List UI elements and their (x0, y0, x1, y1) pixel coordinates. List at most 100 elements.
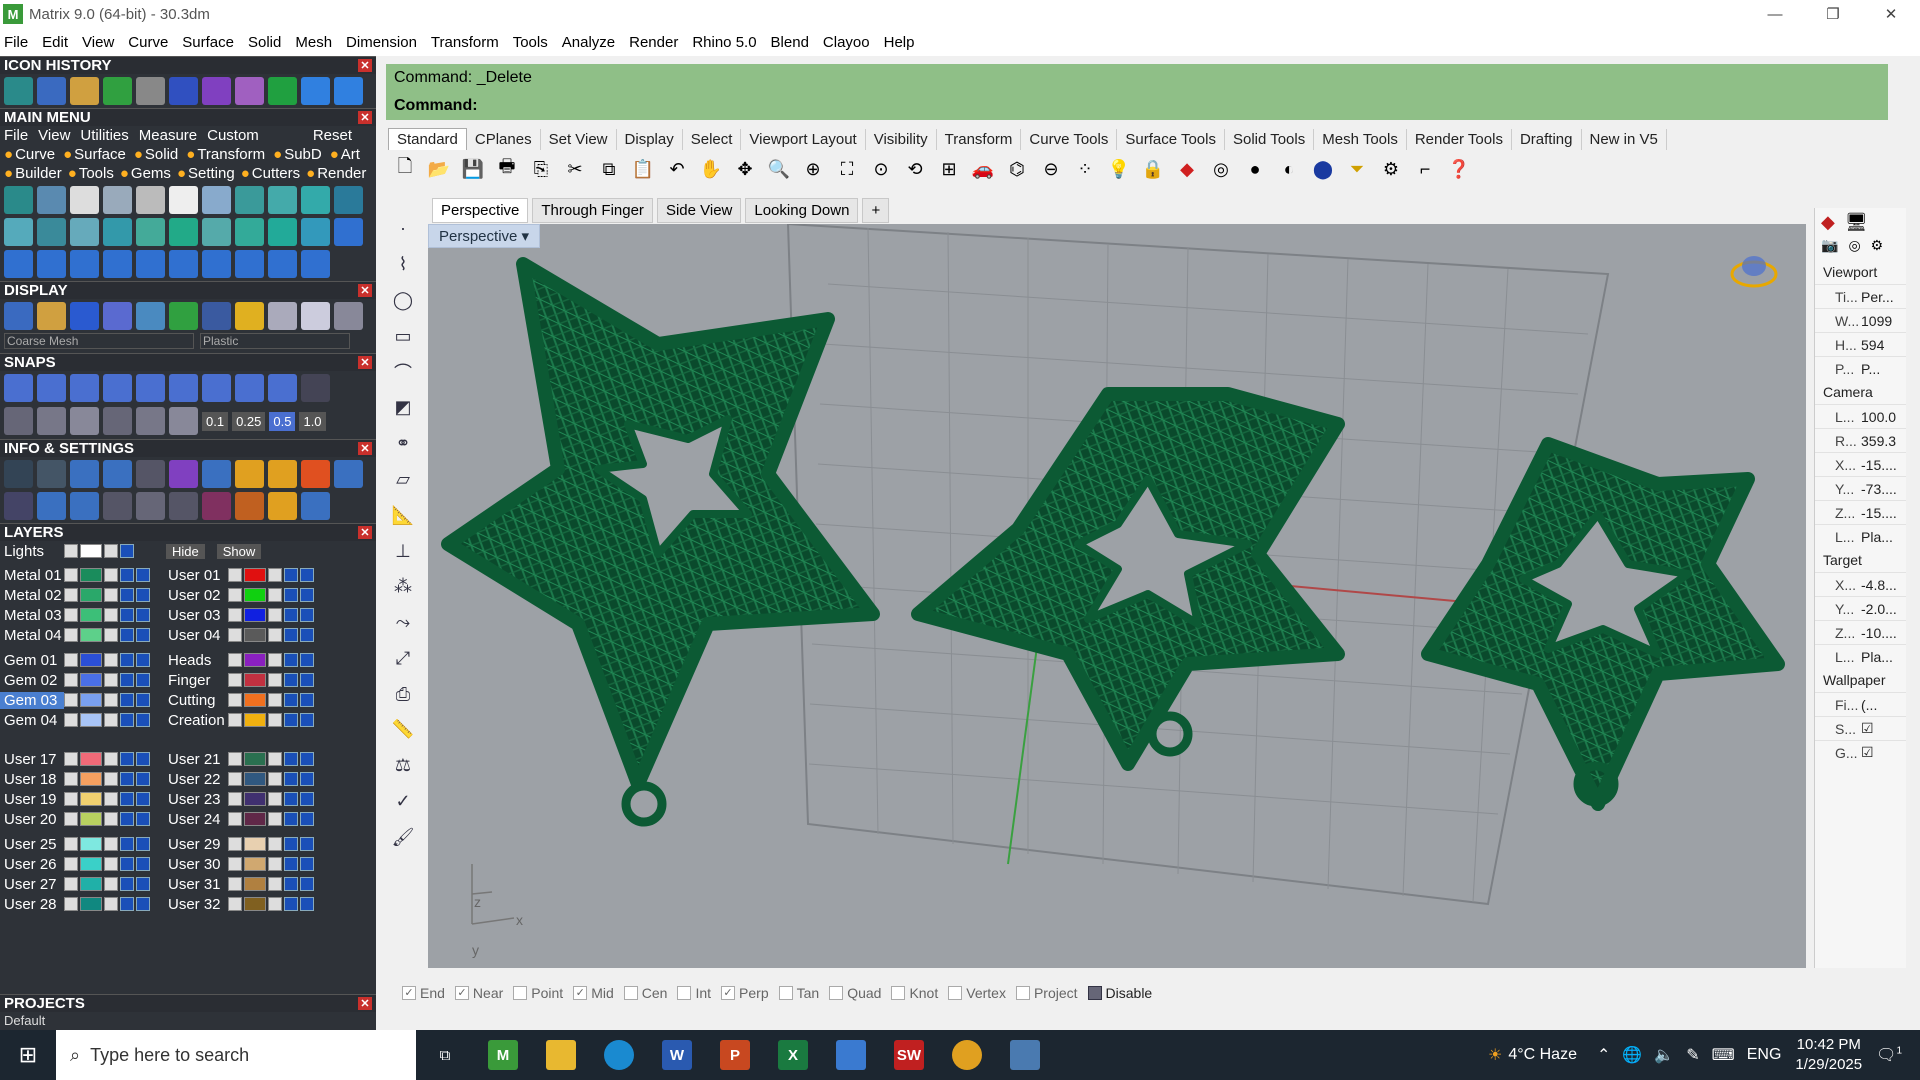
layer-arrow-icon[interactable] (64, 653, 78, 667)
visible-icon[interactable] (120, 772, 134, 786)
four-viewports-icon[interactable]: ⊞ (934, 154, 964, 184)
info-icon[interactable] (103, 460, 132, 488)
snap-icon[interactable] (202, 374, 231, 402)
layer-name[interactable]: Metal 04 (0, 627, 64, 644)
tool-icon[interactable] (202, 186, 231, 214)
property-value[interactable]: -73.... (1861, 481, 1897, 497)
layer-color-swatch[interactable] (244, 772, 266, 786)
taskbar-search[interactable]: ⌕ Type here to search (56, 1030, 416, 1080)
shaded-icon[interactable] (37, 302, 66, 330)
tool-icon[interactable] (235, 186, 264, 214)
layer-arrow-icon[interactable] (228, 812, 242, 826)
render-icon[interactable]: ⬤ (1308, 154, 1338, 184)
layer-arrow-icon[interactable] (228, 628, 242, 642)
visible-icon[interactable] (120, 673, 134, 687)
print-icon[interactable] (300, 608, 314, 622)
layer-color-swatch[interactable] (244, 877, 266, 891)
info-icon[interactable] (268, 460, 297, 488)
tool-icon[interactable] (202, 250, 231, 278)
history-tool-icon[interactable] (70, 77, 99, 105)
tab-render-tools[interactable]: Render Tools (1407, 129, 1512, 150)
mm-setting[interactable]: ● Setting (177, 165, 235, 182)
visible-icon[interactable] (120, 588, 134, 602)
menu-mesh[interactable]: Mesh (295, 34, 332, 51)
lock-icon[interactable] (104, 544, 118, 558)
layer-color-swatch[interactable] (80, 877, 102, 891)
layer-name[interactable]: User 18 (0, 771, 64, 788)
tool-icon[interactable] (37, 186, 66, 214)
info-icon[interactable] (334, 460, 363, 488)
visible-icon[interactable] (120, 568, 134, 582)
visible-icon[interactable] (284, 568, 298, 582)
visible-icon[interactable] (120, 628, 134, 642)
info-icon[interactable] (103, 492, 132, 520)
layer-name[interactable]: Gem 03 (0, 691, 64, 709)
chrome-icon[interactable] (938, 1030, 996, 1080)
lock-icon[interactable] (268, 897, 282, 911)
property-value[interactable]: -15.... (1861, 457, 1897, 473)
layer-name[interactable]: User 23 (164, 791, 228, 808)
matrix-app-icon[interactable]: M (474, 1030, 532, 1080)
layer-arrow-icon[interactable] (228, 837, 242, 851)
osnap-quad[interactable]: Quad (823, 985, 881, 1001)
mm-solid[interactable]: ● Solid (134, 146, 178, 163)
close-button[interactable]: ✕ (1862, 0, 1920, 28)
export-icon[interactable]: ⎙ (390, 681, 416, 707)
remote-desktop-icon[interactable] (822, 1030, 880, 1080)
layer-color-swatch[interactable] (80, 812, 102, 826)
tool-icon[interactable] (169, 186, 198, 214)
osnap-knot[interactable]: Knot (885, 985, 938, 1001)
tool-icon[interactable] (202, 218, 231, 246)
boolean-icon[interactable]: ⚭ (390, 431, 416, 457)
visible-icon[interactable] (284, 588, 298, 602)
info-icon[interactable] (136, 460, 165, 488)
lock-icon[interactable] (268, 693, 282, 707)
layer-color-swatch[interactable] (80, 857, 102, 871)
weather-icon[interactable]: ☀ (1488, 1045, 1502, 1065)
silver-material-icon[interactable] (268, 302, 297, 330)
points-on-icon[interactable]: ⁘ (1070, 154, 1100, 184)
print-icon[interactable] (136, 837, 150, 851)
visible-icon[interactable] (284, 673, 298, 687)
curve-icon[interactable]: ⌒ (390, 359, 416, 385)
layer-color-swatch[interactable] (244, 653, 266, 667)
tab-select[interactable]: Select (683, 129, 742, 150)
tool-icon[interactable] (103, 250, 132, 278)
lock-icon[interactable] (104, 568, 118, 582)
snap-value[interactable]: 0.1 (202, 411, 229, 431)
print-icon[interactable]: 🖶 (492, 154, 522, 184)
sphere-rendered-icon[interactable]: ◐ (1274, 154, 1304, 184)
hide-button[interactable]: Hide (166, 543, 205, 559)
tool-icon[interactable] (136, 218, 165, 246)
property-row[interactable]: X... -15.... (1815, 452, 1906, 476)
lock-icon[interactable] (268, 752, 282, 766)
light-bulb-icon[interactable]: 💡 (1104, 154, 1134, 184)
layer-name[interactable]: User 04 (164, 627, 228, 644)
layer-arrow-icon[interactable] (64, 628, 78, 642)
lock-icon[interactable] (104, 693, 118, 707)
property-value[interactable]: Per... (1861, 289, 1894, 305)
lock-icon[interactable] (268, 673, 282, 687)
tab-drafting[interactable]: Drafting (1512, 129, 1582, 150)
tab-through-finger[interactable]: Through Finger (532, 198, 653, 223)
property-value[interactable]: ☑ (1861, 720, 1874, 737)
property-value[interactable]: -2.0... (1861, 601, 1897, 617)
menu-view[interactable]: View (82, 34, 114, 51)
layer-name[interactable]: User 26 (0, 856, 64, 873)
tool-icon[interactable] (268, 218, 297, 246)
visible-icon[interactable] (284, 653, 298, 667)
tool-icon[interactable] (301, 186, 330, 214)
solidworks-icon[interactable]: SW (880, 1030, 938, 1080)
pc-icon[interactable] (996, 1030, 1054, 1080)
property-row[interactable]: Z... -10.... (1815, 620, 1906, 644)
lock-icon[interactable] (104, 608, 118, 622)
hide-objects-icon[interactable]: ⌬ (1002, 154, 1032, 184)
property-row[interactable]: R... 359.3 (1815, 428, 1906, 452)
lock-icon[interactable] (268, 877, 282, 891)
info-icon[interactable] (235, 460, 264, 488)
layer-color-swatch[interactable] (80, 628, 102, 642)
checkbox-icon[interactable] (778, 986, 793, 1000)
checkbox-icon[interactable] (948, 986, 963, 1000)
layer-arrow-icon[interactable] (228, 673, 242, 687)
tool-icon[interactable] (169, 218, 198, 246)
